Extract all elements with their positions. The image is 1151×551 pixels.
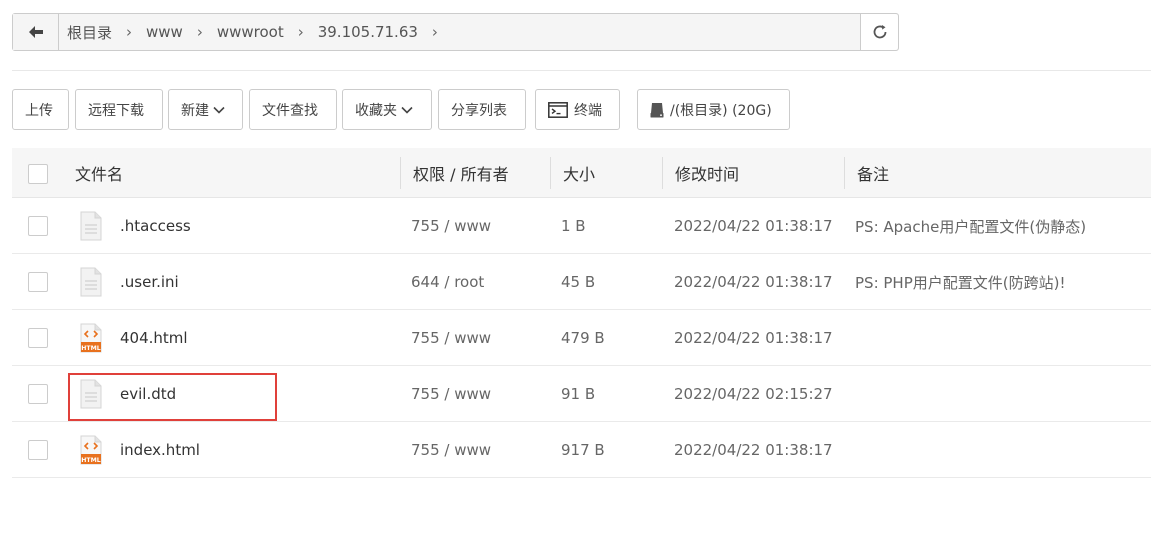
back-button[interactable]	[13, 14, 59, 50]
upload-button[interactable]: 上传	[12, 89, 69, 130]
chevron-right-icon: ›	[196, 23, 203, 41]
row-checkbox[interactable]	[28, 328, 48, 348]
file-mtime: 2022/04/22 01:38:17	[674, 217, 833, 235]
file-permission[interactable]: 755 / www	[411, 422, 491, 478]
refresh-button[interactable]	[860, 14, 898, 50]
table-row[interactable]: HTML index.html 755 / www 917 B 2022/04/22 0…	[12, 422, 1151, 478]
file-mtime: 2022/04/22 02:15:27	[674, 385, 833, 403]
share-list-label: 分享列表	[451, 102, 507, 119]
row-checkbox[interactable]	[28, 216, 48, 236]
row-checkbox[interactable]	[28, 384, 48, 404]
html-file-icon: HTML	[80, 323, 102, 353]
file-mtime: 2022/04/22 01:38:17	[674, 441, 833, 459]
disk-button[interactable]: /(根目录) (20G)	[637, 89, 790, 130]
file-name[interactable]: .htaccess	[120, 198, 191, 254]
file-permission[interactable]: 755 / www	[411, 310, 491, 366]
row-checkbox[interactable]	[28, 440, 48, 460]
table-header: 文件名 权限 / 所有者 大小 修改时间 备注	[12, 148, 1151, 198]
text-file-icon	[80, 267, 102, 297]
file-mtime: 2022/04/22 01:38:17	[674, 329, 833, 347]
file-size: 1 B	[561, 217, 586, 235]
file-search-label: 文件查找	[262, 102, 318, 119]
file-name[interactable]: 404.html	[120, 310, 188, 366]
new-label: 新建	[181, 102, 209, 119]
file-name[interactable]: index.html	[120, 422, 200, 478]
file-search-button[interactable]: 文件查找	[249, 89, 337, 130]
remote-download-button[interactable]: 远程下载	[75, 89, 163, 130]
breadcrumb-site[interactable]: 39.105.71.63	[318, 23, 418, 41]
share-list-button[interactable]: 分享列表	[438, 89, 526, 130]
html-icon-label: HTML	[81, 457, 101, 464]
terminal-icon	[548, 101, 568, 118]
breadcrumb-wwwroot[interactable]: wwwroot	[217, 23, 284, 41]
file-size: 917 B	[561, 441, 605, 459]
file-table: 文件名 权限 / 所有者 大小 修改时间 备注 .htaccess 755 / w…	[12, 148, 1151, 478]
file-name[interactable]: .user.ini	[120, 254, 179, 310]
file-permission[interactable]: 644 / root	[411, 254, 484, 310]
table-row[interactable]: .htaccess 755 / www 1 B 2022/04/22 01:38:17…	[12, 198, 1151, 254]
highlight-annotation	[68, 373, 277, 421]
terminal-label: 终端	[574, 102, 602, 119]
divider	[12, 70, 1151, 71]
terminal-button[interactable]: 终端	[535, 89, 620, 130]
file-size: 91 B	[561, 385, 596, 403]
toolbar: 上传 远程下载 新建 文件查找 收藏夹 分享列表 终端 /(根目录) (20G)	[12, 89, 790, 130]
header-note[interactable]: 备注	[845, 148, 889, 198]
table-row[interactable]: .user.ini 644 / root 45 B 2022/04/22 01:38:…	[12, 254, 1151, 310]
favorites-label: 收藏夹	[355, 102, 397, 119]
chevron-right-icon: ›	[297, 23, 304, 41]
text-file-icon	[80, 211, 102, 241]
header-size[interactable]: 大小	[551, 148, 595, 198]
disk-label: /(根目录) (20G)	[670, 102, 772, 119]
breadcrumb-www[interactable]: www	[146, 23, 183, 41]
html-file-icon: HTML	[80, 435, 102, 465]
select-all-checkbox[interactable]	[28, 164, 48, 184]
header-permission[interactable]: 权限 / 所有者	[401, 148, 509, 198]
new-button[interactable]: 新建	[168, 89, 243, 130]
path-bar: 根目录 › www › wwwroot › 39.105.71.63 ›	[12, 13, 899, 51]
file-note: PS: PHP用户配置文件(防跨站)!	[855, 273, 1066, 292]
file-note: PS: Apache用户配置文件(伪静态)	[855, 217, 1087, 236]
file-mtime: 2022/04/22 01:38:17	[674, 273, 833, 291]
breadcrumb: 根目录 › www › wwwroot › 39.105.71.63 ›	[59, 14, 860, 50]
breadcrumb-root[interactable]: 根目录	[67, 22, 112, 43]
chevron-down-icon	[401, 106, 413, 114]
row-checkbox[interactable]	[28, 272, 48, 292]
favorites-button[interactable]: 收藏夹	[342, 89, 432, 130]
chevron-down-icon	[213, 106, 225, 114]
file-permission[interactable]: 755 / www	[411, 366, 491, 422]
disk-icon	[650, 102, 664, 117]
chevron-right-icon: ›	[431, 23, 438, 41]
chevron-right-icon: ›	[126, 23, 133, 41]
file-size: 45 B	[561, 273, 596, 291]
table-body: .htaccess 755 / www 1 B 2022/04/22 01:38:17…	[12, 198, 1151, 478]
file-size: 479 B	[561, 329, 605, 347]
header-name[interactable]: 文件名	[63, 148, 123, 198]
arrow-left-icon	[28, 26, 43, 38]
file-permission[interactable]: 755 / www	[411, 198, 491, 254]
html-icon-label: HTML	[81, 345, 101, 352]
remote-download-label: 远程下载	[88, 102, 144, 119]
table-row[interactable]: HTML 404.html 755 / www 479 B 2022/04/22 01:…	[12, 310, 1151, 366]
upload-label: 上传	[25, 102, 53, 119]
header-mtime[interactable]: 修改时间	[663, 148, 739, 198]
refresh-icon	[873, 25, 886, 39]
